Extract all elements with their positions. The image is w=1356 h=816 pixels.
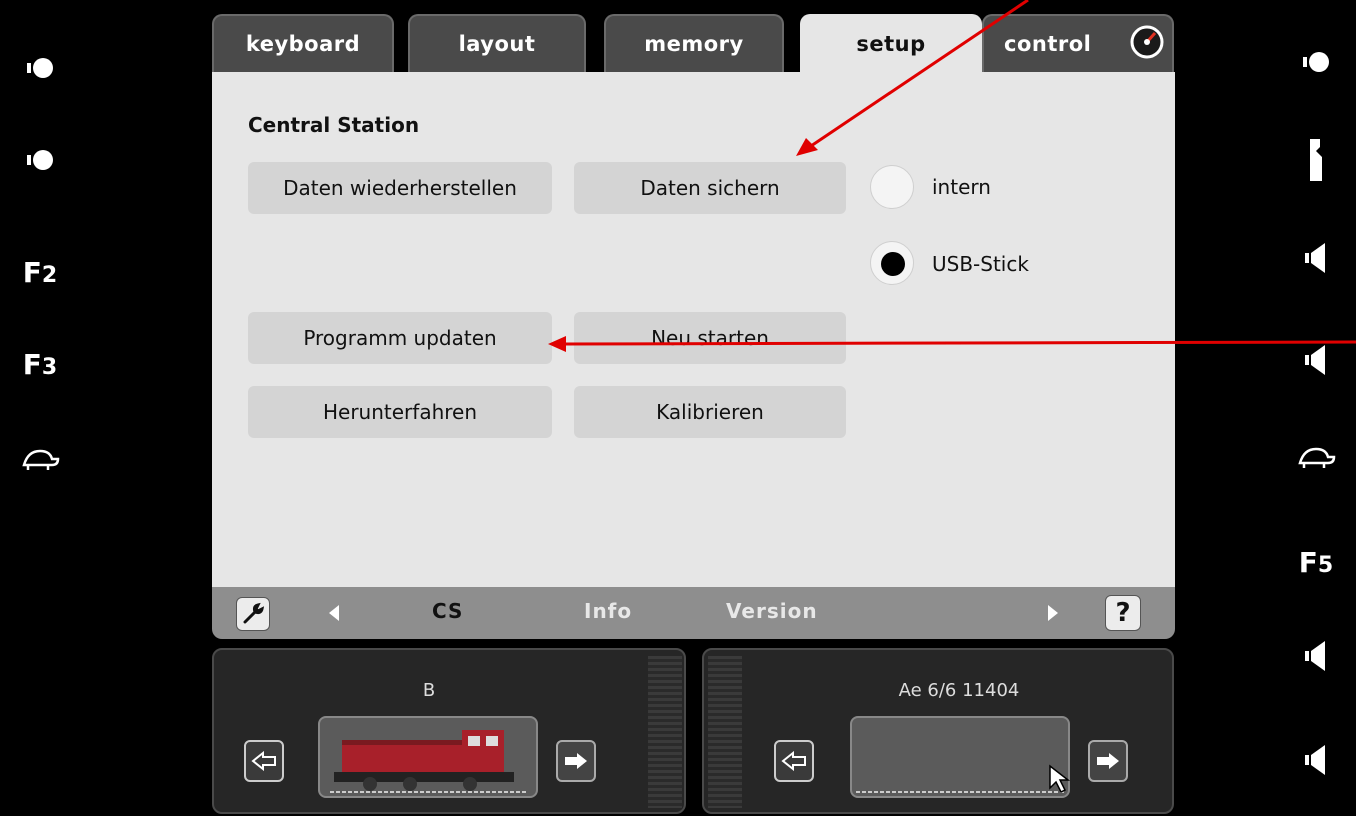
horn-icon xyxy=(1305,345,1325,375)
subnav-item-version[interactable]: Version xyxy=(726,599,818,623)
direction-reverse-button[interactable] xyxy=(244,740,284,782)
button-label: Kalibrieren xyxy=(656,400,764,424)
storage-usb-label: USB-Stick xyxy=(932,252,1029,276)
light-function-button[interactable] xyxy=(8,132,72,188)
function-icon: F3 xyxy=(22,347,58,381)
direction-forward-button[interactable] xyxy=(1088,740,1128,782)
arrow-right-icon xyxy=(1097,753,1119,769)
tab-label: layout xyxy=(458,32,536,56)
horn-function-button[interactable] xyxy=(1284,732,1348,788)
coupler-function-button[interactable] xyxy=(1284,132,1348,188)
tab-memory[interactable]: memory xyxy=(604,14,784,76)
function-f3-button[interactable]: F3 xyxy=(8,336,72,392)
subnav-item-cs[interactable]: CS xyxy=(432,599,463,623)
shunting-speed-button[interactable] xyxy=(8,432,72,488)
tab-keyboard[interactable]: keyboard xyxy=(212,14,394,76)
direction-forward-button[interactable] xyxy=(556,740,596,782)
horn-function-button[interactable] xyxy=(1284,332,1348,388)
slot-grip[interactable] xyxy=(648,656,682,808)
tab-label: memory xyxy=(644,32,744,56)
light-icon xyxy=(27,58,53,78)
tab-label: setup xyxy=(856,32,926,56)
subnav-item-info[interactable]: Info xyxy=(584,599,632,623)
help-button[interactable]: ? xyxy=(1105,595,1141,631)
button-label: Daten wiederherstellen xyxy=(283,176,517,200)
update-program-button[interactable]: Programm updaten xyxy=(248,312,552,364)
horn-function-button[interactable] xyxy=(1284,230,1348,286)
backup-data-button[interactable]: Daten sichern xyxy=(574,162,846,214)
wrench-button[interactable] xyxy=(236,597,270,631)
function-icon: F2 xyxy=(22,255,58,289)
tab-setup[interactable]: setup xyxy=(800,14,982,76)
left-function-column: F2 F3 xyxy=(0,0,80,816)
slot-grip[interactable] xyxy=(708,656,742,808)
speedometer-icon xyxy=(1130,25,1164,59)
light-function-button[interactable] xyxy=(8,40,72,96)
storage-intern-label: intern xyxy=(932,175,991,199)
function-icon: F5 xyxy=(1298,545,1334,579)
setup-subnav-bar: CS Info Version ? xyxy=(212,587,1175,639)
section-title: Central Station xyxy=(248,113,420,137)
restore-data-button[interactable]: Daten wiederherstellen xyxy=(248,162,552,214)
light-function-button[interactable] xyxy=(1284,34,1348,90)
storage-intern-radio[interactable] xyxy=(870,165,914,209)
radio-selected-dot xyxy=(881,252,905,276)
tab-label: keyboard xyxy=(245,32,361,56)
storage-usb-radio[interactable] xyxy=(870,241,914,285)
loco-slot-right[interactable]: Ae 6/6 11404 xyxy=(702,648,1174,814)
horn-icon xyxy=(1305,641,1325,671)
horn-icon xyxy=(1305,243,1325,273)
function-f5-button[interactable]: F5 xyxy=(1284,534,1348,590)
turtle-icon xyxy=(1298,447,1336,468)
restart-button[interactable]: Neu starten xyxy=(574,312,846,364)
right-function-column: F5 xyxy=(1276,0,1356,816)
tab-label: control xyxy=(1004,32,1092,56)
light-icon xyxy=(1303,52,1329,72)
empty-loco-image xyxy=(856,791,1064,793)
shunting-speed-button[interactable] xyxy=(1284,430,1348,486)
loco-name: B xyxy=(422,680,436,701)
horn-icon xyxy=(1305,745,1325,775)
loco-slot-left[interactable]: B xyxy=(212,648,686,814)
light-icon xyxy=(27,150,53,170)
loco-image-box[interactable] xyxy=(850,716,1071,798)
direction-reverse-button[interactable] xyxy=(774,740,814,782)
button-label: Programm updaten xyxy=(303,326,497,350)
subnav-next-arrow[interactable] xyxy=(1048,605,1058,621)
arrow-left-icon xyxy=(251,751,276,771)
shutdown-button[interactable]: Herunterfahren xyxy=(248,386,552,438)
horn-function-button[interactable] xyxy=(1284,628,1348,684)
turtle-icon xyxy=(22,449,60,470)
button-label: Daten sichern xyxy=(640,176,780,200)
button-label: Neu starten xyxy=(651,326,769,350)
function-f2-button[interactable]: F2 xyxy=(8,244,72,300)
locomotive-image xyxy=(330,730,526,793)
wrench-icon xyxy=(243,602,265,624)
subnav-prev-arrow[interactable] xyxy=(329,605,339,621)
loco-image-box[interactable] xyxy=(318,716,538,798)
arrow-right-icon xyxy=(565,753,587,769)
mouse-cursor-icon xyxy=(1049,764,1071,794)
tab-control[interactable]: control xyxy=(982,14,1174,76)
arrow-left-icon xyxy=(781,751,806,771)
loco-name: Ae 6/6 11404 xyxy=(898,680,1020,701)
coupler-icon xyxy=(1310,139,1322,181)
tab-layout[interactable]: layout xyxy=(408,14,586,76)
button-label: Herunterfahren xyxy=(322,400,478,424)
calibrate-button[interactable]: Kalibrieren xyxy=(574,386,846,438)
